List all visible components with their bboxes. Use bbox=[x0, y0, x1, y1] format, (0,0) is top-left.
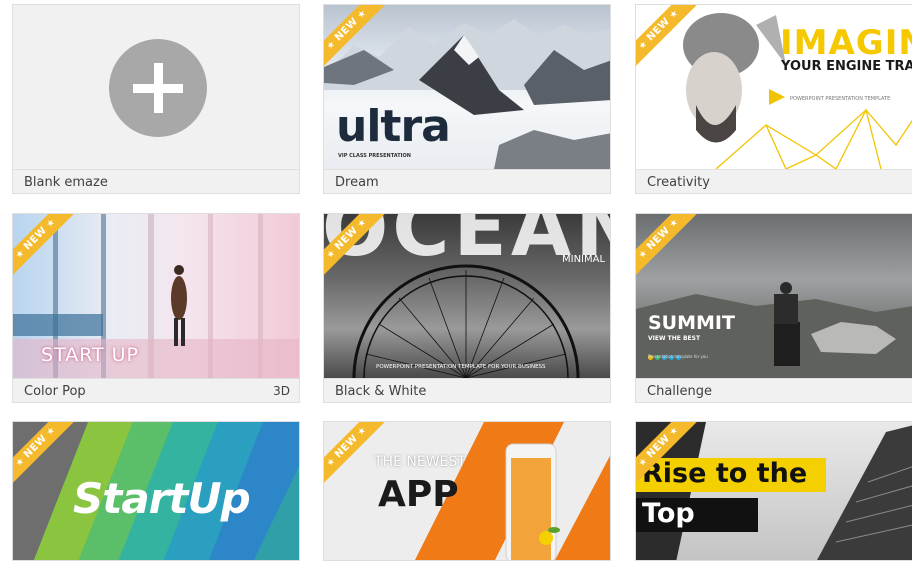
card-title: Challenge bbox=[636, 378, 912, 402]
template-card-app[interactable]: THE NEWEST APP ★ NEW ★ bbox=[323, 421, 611, 561]
headline-line-2: Top bbox=[642, 498, 695, 529]
plus-icon bbox=[109, 39, 207, 137]
template-card-black-white[interactable]: OCEAN MINIMAL POWERPOINT PRESENTATION TE… bbox=[323, 213, 611, 403]
subtitle-text: VIEW THE BEST bbox=[648, 335, 701, 342]
template-thumbnail: THE NEWEST APP bbox=[324, 422, 610, 560]
small-text: POWERPOINT PRESENTATION TEMPLATE bbox=[790, 96, 891, 102]
card-title: Creativity bbox=[636, 169, 912, 193]
template-thumbnail bbox=[13, 5, 299, 169]
subtitle-text: VIP CLASS PRESENTATION bbox=[338, 153, 411, 159]
template-thumbnail: ultra VIP CLASS PRESENTATION bbox=[324, 5, 610, 169]
headline-line-1: Rise to the bbox=[642, 458, 808, 489]
template-thumbnail: StartUp bbox=[13, 422, 299, 560]
app-illustration bbox=[415, 422, 610, 560]
template-card-blank[interactable]: Blank emaze bbox=[12, 4, 300, 194]
template-thumbnail: START UP bbox=[13, 214, 299, 378]
headline-text: StartUp bbox=[73, 474, 251, 523]
card-title: Dream bbox=[324, 169, 610, 193]
card-title: Black & White bbox=[324, 378, 610, 402]
headline-text: START UP bbox=[41, 344, 140, 366]
subtitle-text: YOUR ENGINE TRADE bbox=[781, 59, 912, 74]
subtitle-text: THE NEWEST bbox=[374, 454, 466, 470]
template-card-challenge[interactable]: SUMMIT VIEW THE BEST Presentation templa… bbox=[635, 213, 912, 403]
ferris-wheel-illustration bbox=[352, 264, 580, 378]
template-card-rise[interactable]: Rise to the Top ★ NEW ★ bbox=[635, 421, 912, 561]
template-thumbnail: Rise to the Top bbox=[636, 422, 912, 560]
template-thumbnail: OCEAN MINIMAL POWERPOINT PRESENTATION TE… bbox=[324, 214, 610, 378]
headline-text: SUMMIT bbox=[648, 312, 735, 334]
card-title: Blank emaze bbox=[13, 169, 299, 193]
template-thumbnail: SUMMIT VIEW THE BEST Presentation templa… bbox=[636, 214, 912, 378]
template-card-startup[interactable]: StartUp ★ NEW ★ bbox=[12, 421, 300, 561]
card-title-row: Color Pop 3D bbox=[13, 378, 299, 402]
small-text: Presentation template for you bbox=[648, 354, 708, 359]
logo-text: ultra bbox=[336, 101, 451, 152]
template-thumbnail: IMAGINE YOUR ENGINE TRADE POWERPOINT PRE… bbox=[636, 5, 912, 169]
template-card-dream[interactable]: ultra VIP CLASS PRESENTATION ★ NEW ★ Dre… bbox=[323, 4, 611, 194]
template-card-color-pop[interactable]: START UP ★ NEW ★ Color Pop 3D bbox=[12, 213, 300, 403]
headline-text: APP bbox=[378, 474, 459, 515]
template-card-creativity[interactable]: IMAGINE YOUR ENGINE TRADE POWERPOINT PRE… bbox=[635, 4, 912, 194]
small-text: POWERPOINT PRESENTATION TEMPLATE FOR YOU… bbox=[376, 364, 546, 370]
3d-badge: 3D bbox=[273, 384, 290, 398]
headline-text: IMAGINE bbox=[780, 23, 912, 63]
card-title: Color Pop bbox=[24, 384, 86, 399]
